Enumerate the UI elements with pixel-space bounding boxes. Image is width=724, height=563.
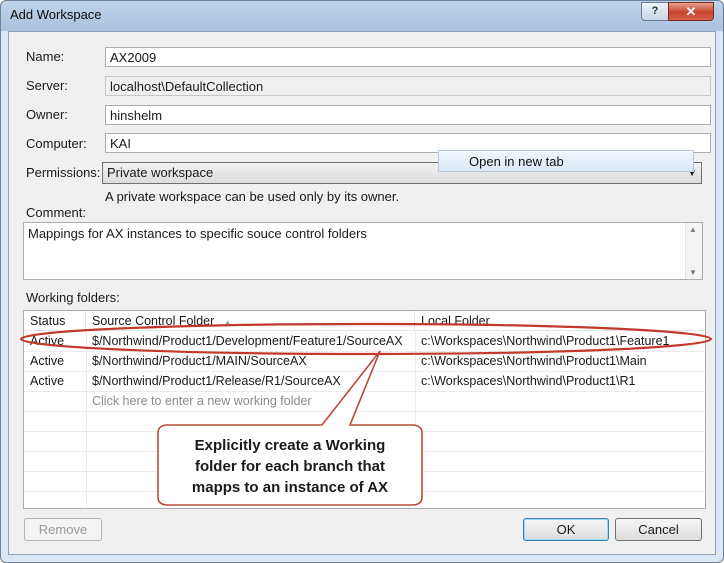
add-workspace-dialog: Add Workspace ? ✕ Name: AX2009 Server: l… (0, 0, 724, 563)
table-row[interactable]: Active $/Northwind/Product1/MAIN/SourceA… (24, 351, 705, 372)
name-label: Name: (26, 49, 65, 64)
row-source-folder: $/Northwind/Product1/Development/Feature… (92, 334, 403, 348)
owner-input[interactable]: hinshelm (105, 105, 711, 125)
column-header-status-label: Status (30, 314, 66, 328)
comment-label: Comment: (26, 205, 86, 220)
column-header-source[interactable]: Source Control Folder ▲ (86, 311, 415, 330)
name-input[interactable]: AX2009 (105, 47, 711, 67)
new-row[interactable]: Click here to enter a new working folder (24, 391, 705, 412)
ok-button[interactable]: OK (523, 518, 609, 541)
working-folders-label: Working folders: (26, 290, 120, 305)
column-header-status[interactable]: Status (24, 311, 86, 330)
owner-label: Owner: (26, 107, 68, 122)
empty-row (24, 431, 705, 452)
dialog-title: Add Workspace (10, 7, 102, 22)
row-status: Active (30, 374, 65, 388)
row-source-folder: $/Northwind/Product1/Release/R1/SourceAX (92, 374, 341, 388)
row-status: Active (30, 354, 65, 368)
empty-row (24, 411, 705, 432)
sort-ascending-icon: ▲ (223, 318, 232, 327)
cancel-button[interactable]: Cancel (615, 518, 702, 541)
server-field: localhost\DefaultCollection (105, 76, 711, 96)
row-status: Active (30, 334, 65, 348)
row-source-folder: $/Northwind/Product1/MAIN/SourceAX (92, 354, 307, 368)
table-row[interactable]: Active $/Northwind/Product1/Development/… (24, 331, 705, 352)
column-header-local[interactable]: Local Folder (415, 311, 705, 330)
remove-button[interactable]: Remove (24, 518, 102, 541)
comment-scrollbar[interactable]: ▲ ▼ (685, 223, 702, 279)
working-folders-grid: Status Source Control Folder ▲ Local Fol… (23, 310, 706, 509)
scroll-up-icon[interactable]: ▲ (689, 225, 697, 234)
context-menu-open-in-new-tab[interactable]: Open in new tab (438, 150, 694, 172)
column-header-local-label: Local Folder (421, 314, 490, 328)
title-bar: Add Workspace ? ✕ (1, 1, 723, 31)
computer-label: Computer: (26, 136, 87, 151)
permissions-selected-value: Private workspace (107, 165, 214, 180)
close-button[interactable]: ✕ (668, 2, 714, 21)
column-header-source-label: Source Control Folder (92, 314, 215, 328)
new-working-folder-placeholder[interactable]: Click here to enter a new working folder (86, 391, 415, 411)
server-label: Server: (26, 78, 68, 93)
permissions-label: Permissions: (26, 165, 101, 180)
help-button[interactable]: ? (641, 2, 669, 21)
permissions-help-text: A private workspace can be used only by … (105, 189, 400, 204)
dialog-client-area: Name: AX2009 Server: localhost\DefaultCo… (8, 31, 716, 555)
row-local-folder: c:\Workspaces\Northwind\Product1\Main (421, 354, 647, 368)
scroll-down-icon[interactable]: ▼ (689, 268, 697, 277)
table-row[interactable]: Active $/Northwind/Product1/Release/R1/S… (24, 371, 705, 392)
comment-textarea[interactable]: Mappings for AX instances to specific so… (23, 222, 703, 280)
grid-header: Status Source Control Folder ▲ Local Fol… (24, 311, 705, 331)
row-local-folder: c:\Workspaces\Northwind\Product1\Feature… (421, 334, 670, 348)
empty-row (24, 451, 705, 472)
row-local-folder: c:\Workspaces\Northwind\Product1\R1 (421, 374, 636, 388)
comment-text: Mappings for AX instances to specific so… (28, 226, 367, 241)
empty-row (24, 471, 705, 492)
